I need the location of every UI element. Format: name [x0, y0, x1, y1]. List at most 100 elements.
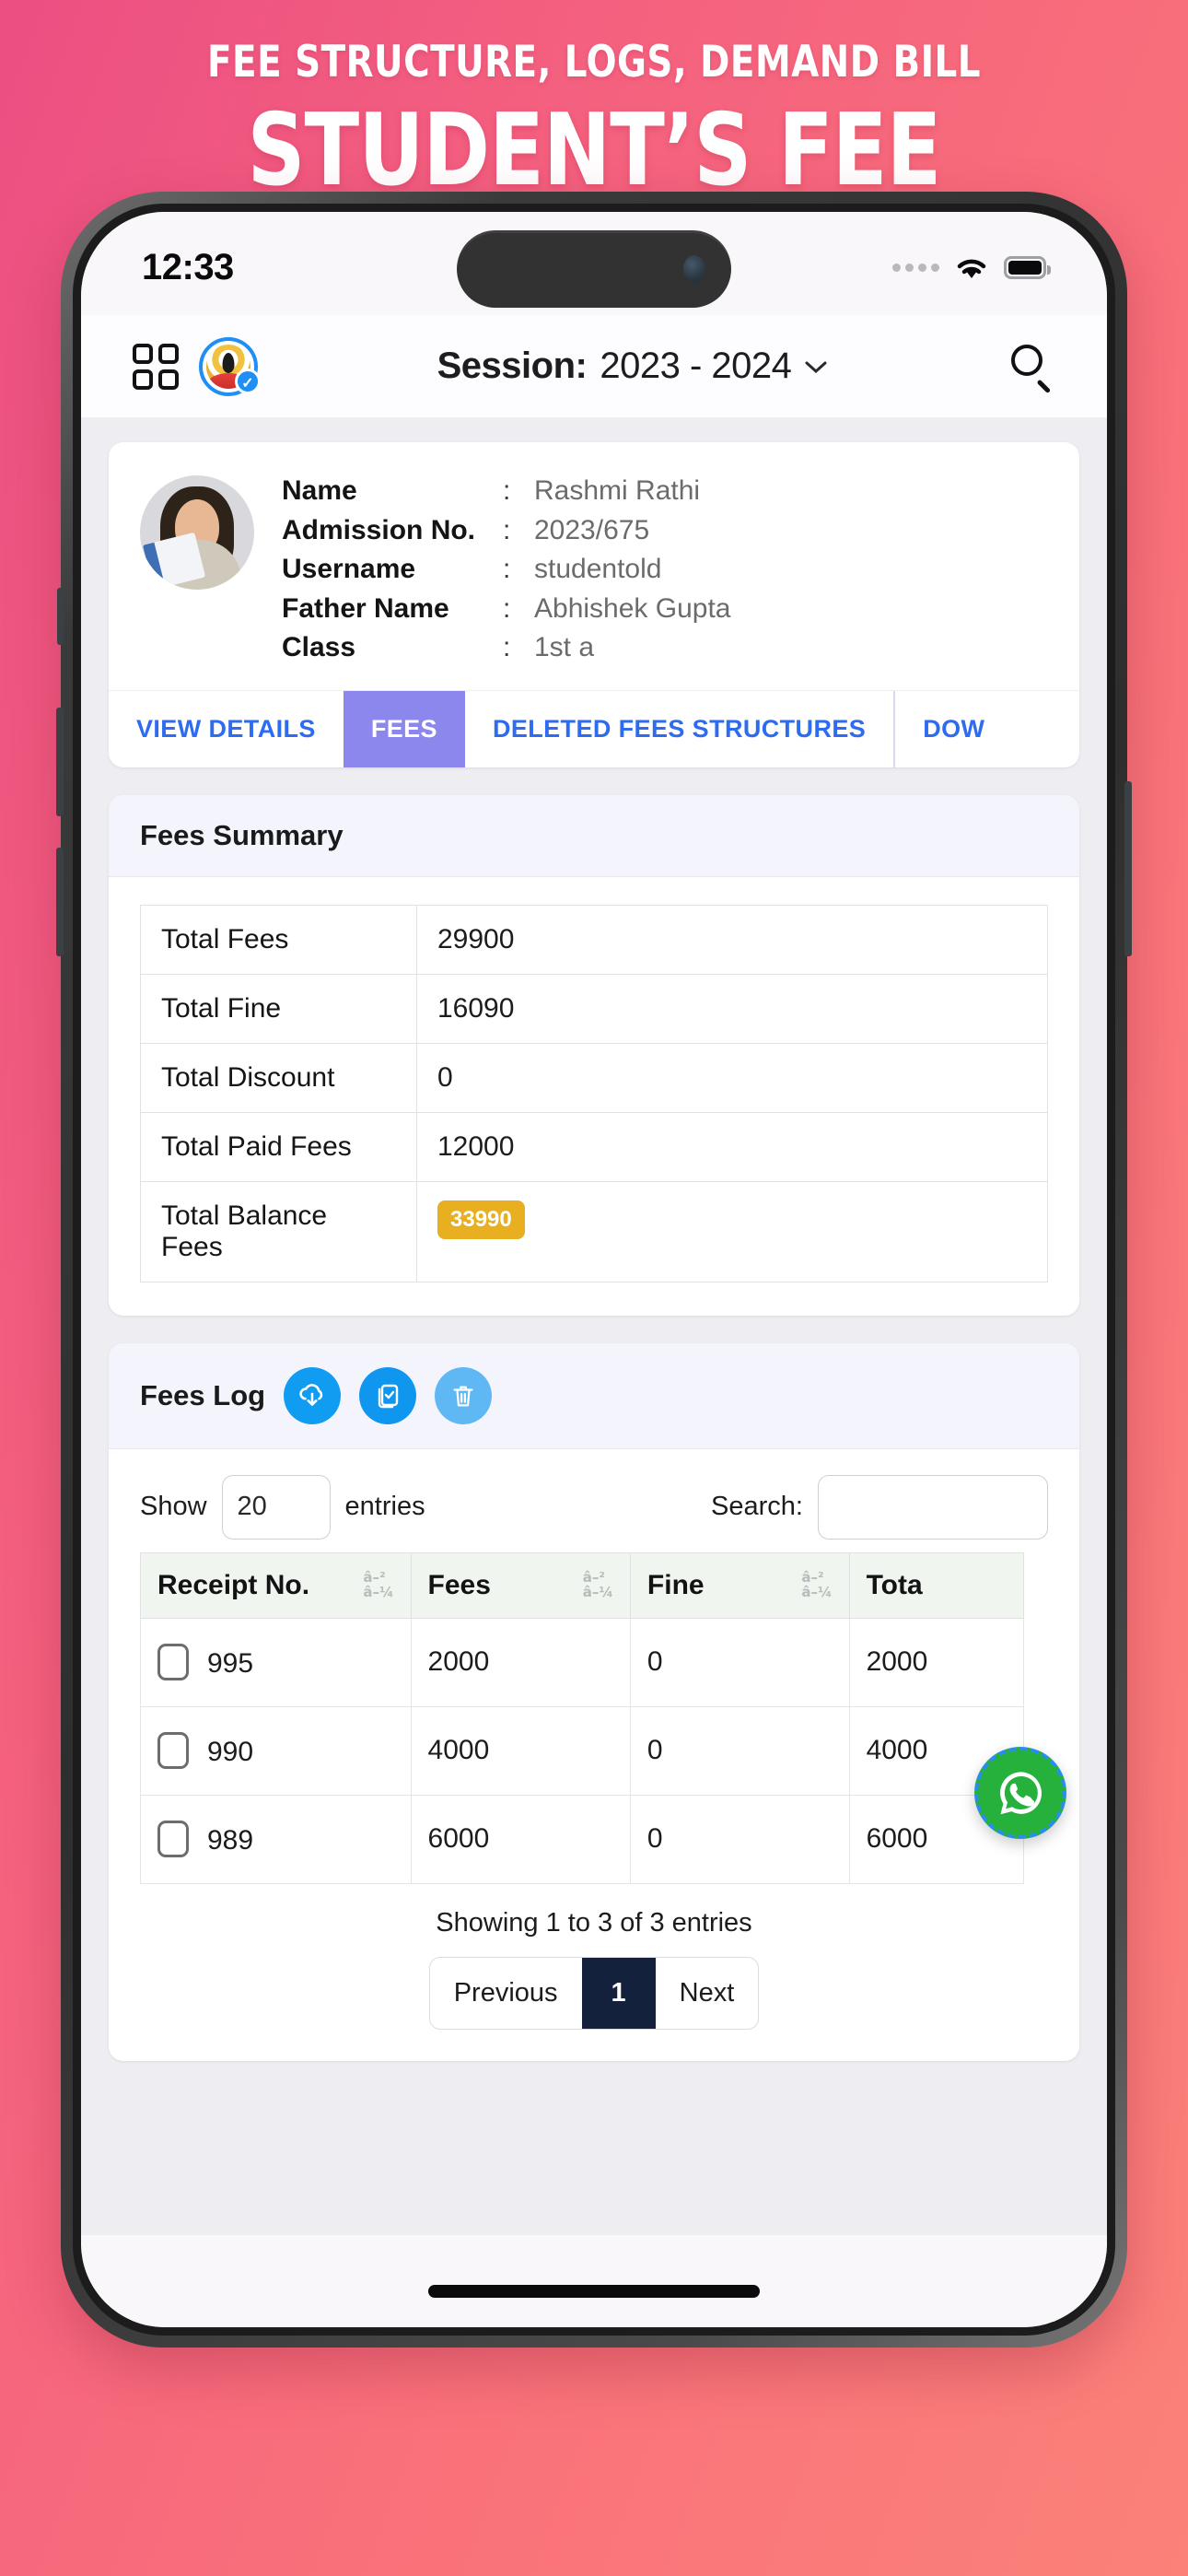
row-checkbox[interactable] — [157, 1821, 189, 1858]
power-button[interactable] — [1124, 781, 1132, 956]
fine-value: 0 — [629, 1705, 850, 1796]
select-all-icon[interactable] — [359, 1366, 417, 1424]
fees-log-title: Fees Log — [140, 1378, 266, 1411]
column-header-total[interactable]: Tota — [848, 1551, 1025, 1619]
fees-summary-header: Fees Summary — [109, 794, 1079, 877]
table-controls: Show 20 entries Search: — [109, 1449, 1079, 1552]
volume-up-button[interactable] — [56, 708, 64, 816]
fees-value: 6000 — [410, 1794, 631, 1884]
grid-menu-icon[interactable] — [133, 343, 179, 390]
phone-screen: 12:33 ✓ Session: 2023 - 2024 Name: Rash… — [81, 212, 1107, 2327]
pagination-page-1[interactable]: 1 — [581, 1957, 656, 2029]
session-label: Session: — [437, 345, 588, 386]
summary-value: 29900 — [416, 904, 1048, 975]
detail-sep: : — [503, 475, 511, 506]
page-length-control: Show 20 entries — [140, 1474, 425, 1540]
summary-label: Total Paid Fees — [140, 1111, 417, 1182]
column-label: Fees — [427, 1569, 491, 1600]
detail-value: 1st a — [534, 632, 595, 663]
detail-key: Father Name — [282, 592, 449, 624]
summary-label: Total Fees — [140, 904, 417, 975]
column-label: Tota — [866, 1569, 923, 1600]
student-avatar — [140, 475, 254, 590]
detail-row: Class : 1st a — [282, 628, 730, 668]
phone-bezel: 12:33 ✓ Session: 2023 - 2024 Name: Rash… — [73, 204, 1115, 2336]
receipt-value: 989 — [207, 1825, 254, 1856]
search-icon[interactable] — [1007, 343, 1055, 393]
fees-log-card: Fees Log Show 20 entries Search: Receipt… — [109, 1342, 1079, 2061]
wifi-icon — [954, 254, 989, 280]
student-tabs: VIEW DETAILS FEES DELETED FEES STRUCTURE… — [109, 689, 1079, 767]
search-input[interactable] — [818, 1474, 1048, 1540]
status-clock: 12:33 — [142, 246, 234, 287]
home-indicator[interactable] — [428, 2285, 760, 2298]
phone-frame: 12:33 ✓ Session: 2023 - 2024 Name: Rash… — [56, 192, 1132, 2348]
receipt-value: 995 — [207, 1648, 254, 1680]
detail-key: Username — [282, 554, 416, 585]
session-selector[interactable]: Session: 2023 - 2024 — [278, 345, 987, 387]
student-details: Name : Rashmi Rathi Admission No. : 2023… — [282, 470, 730, 668]
detail-key: Class — [282, 632, 356, 663]
session-value: 2023 - 2024 — [600, 345, 792, 386]
total-value: 2000 — [848, 1617, 1025, 1707]
volume-down-button[interactable] — [56, 848, 64, 956]
tab-download[interactable]: DOW — [893, 690, 1012, 767]
receipt-cell: 995 — [140, 1617, 412, 1707]
column-label: Fine — [646, 1569, 705, 1600]
tab-fees[interactable]: FEES — [343, 690, 465, 767]
row-checkbox[interactable] — [157, 1732, 189, 1770]
pagination-previous[interactable]: Previous — [430, 1958, 582, 2029]
fees-value: 4000 — [410, 1705, 631, 1796]
sort-arrows-icon: â–² â–¼ — [363, 1569, 394, 1600]
column-header-fine[interactable]: Fine â–² â–¼ — [629, 1551, 850, 1619]
table-row: Total Discount 0 — [140, 1042, 1048, 1113]
fees-summary-title: Fees Summary — [140, 818, 344, 851]
search-label: Search: — [711, 1492, 803, 1522]
sort-arrows-icon: â–² â–¼ — [801, 1569, 833, 1600]
column-header-receipt-no[interactable]: Receipt No. â–² â–¼ — [140, 1551, 412, 1619]
page-length-select[interactable]: 20 — [221, 1474, 331, 1540]
detail-sep: : — [503, 632, 511, 663]
summary-value: 0 — [416, 1042, 1048, 1113]
fine-value: 0 — [629, 1617, 850, 1707]
fees-summary-card: Fees Summary Total Fees 29900 Total Fine… — [109, 794, 1079, 1316]
front-camera-icon — [683, 255, 705, 283]
home-indicator-bar — [81, 2239, 1107, 2327]
tab-deleted-fees-structures[interactable]: DELETED FEES STRUCTURES — [465, 691, 893, 767]
summary-label: Total Balance Fees — [140, 1180, 417, 1282]
table-row[interactable]: 989 6000 0 6000 — [140, 1794, 1025, 1884]
signal-dots-icon — [892, 263, 939, 272]
table-row: Total Balance Fees 33990 — [140, 1180, 1048, 1282]
promo-subtitle: FEE STRUCTURE, LOGS, DEMAND BILL — [207, 37, 981, 88]
table-header-row: Receipt No. â–² â–¼ Fees â–² â–¼ Fine â–… — [140, 1551, 1025, 1619]
page-content: Name : Rashmi Rathi Admission No. : 2023… — [81, 418, 1107, 2235]
receipt-value: 990 — [207, 1737, 254, 1768]
tab-view-details[interactable]: VIEW DETAILS — [109, 691, 344, 767]
entries-label: entries — [344, 1492, 425, 1522]
school-logo-icon[interactable]: ✓ — [199, 336, 261, 396]
show-label: Show — [140, 1492, 207, 1522]
chevron-down-icon[interactable] — [804, 352, 828, 381]
delete-icon[interactable] — [435, 1366, 493, 1424]
table-row: Total Fine 16090 — [140, 973, 1048, 1044]
column-header-fees[interactable]: Fees â–² â–¼ — [410, 1551, 631, 1619]
silent-switch[interactable] — [57, 588, 64, 645]
download-icon[interactable] — [284, 1366, 342, 1424]
verified-badge-icon: ✓ — [235, 368, 261, 394]
detail-value: studentold — [534, 554, 662, 585]
detail-row: Username : studentold — [282, 550, 730, 590]
summary-label: Total Fine — [140, 973, 417, 1044]
table-row[interactable]: 990 4000 0 4000 — [140, 1705, 1025, 1796]
detail-value: Rashmi Rathi — [534, 475, 701, 506]
sort-arrows-icon: â–² â–¼ — [582, 1569, 613, 1600]
whatsapp-icon[interactable] — [974, 1747, 1066, 1839]
column-label: Receipt No. — [157, 1569, 310, 1600]
status-indicators — [892, 254, 1051, 280]
detail-value: 2023/675 — [534, 514, 650, 545]
fees-summary-body: Total Fees 29900 Total Fine 16090 Total … — [109, 877, 1079, 1316]
table-row[interactable]: 995 2000 0 2000 — [140, 1617, 1025, 1707]
row-checkbox[interactable] — [157, 1644, 189, 1681]
fees-log-table-wrap: Receipt No. â–² â–¼ Fees â–² â–¼ Fine â–… — [109, 1551, 1079, 1884]
receipt-cell: 990 — [140, 1705, 412, 1796]
pagination-next[interactable]: Next — [656, 1958, 759, 2029]
